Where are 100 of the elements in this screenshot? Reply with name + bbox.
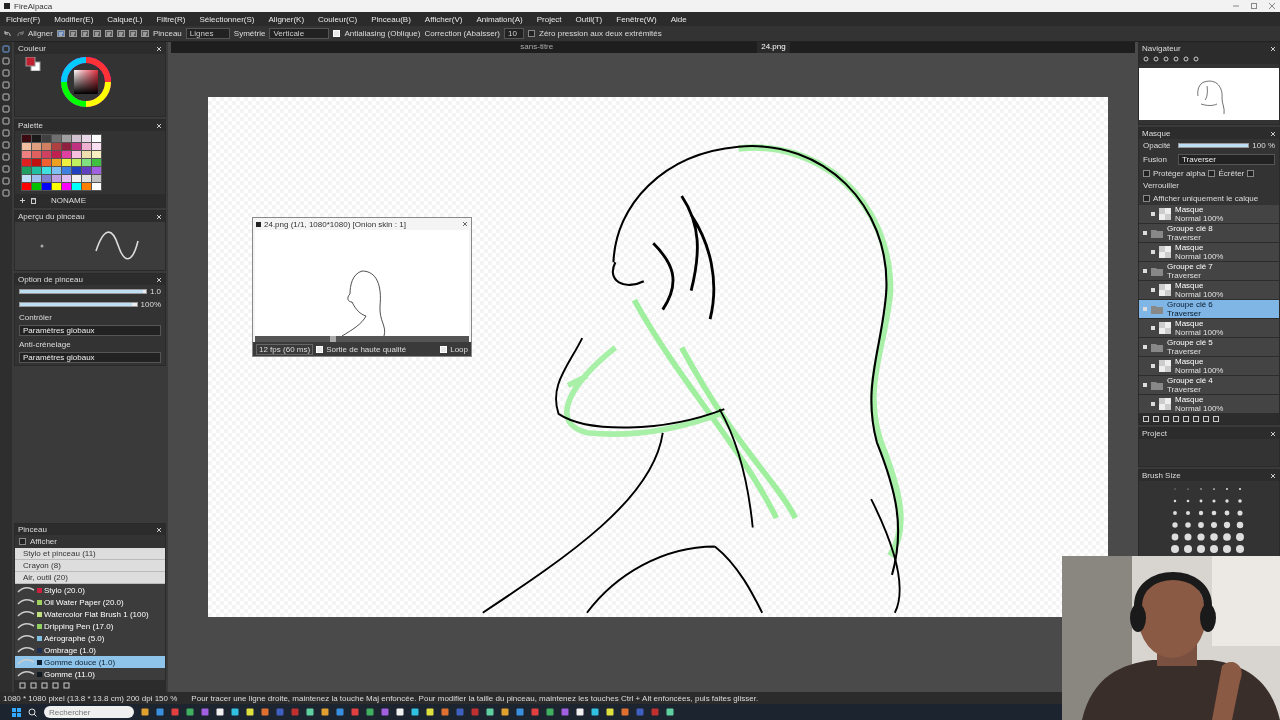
slider[interactable]	[19, 289, 147, 294]
brush-stroke-icon[interactable]	[17, 647, 35, 653]
color-swatch[interactable]	[22, 175, 31, 182]
color-swatch[interactable]	[32, 175, 41, 182]
menu-item[interactable]: Sélectionner(S)	[199, 14, 255, 24]
align-icon[interactable]	[116, 30, 125, 37]
symmetry-dropdown[interactable]: Verticale	[269, 28, 330, 39]
color-swatches-icon[interactable]	[25, 57, 41, 71]
align-icon[interactable]	[140, 30, 149, 37]
color-swatch[interactable]	[72, 143, 81, 150]
align-icon[interactable]	[56, 30, 65, 37]
menu-item[interactable]: Modifier(E)	[54, 14, 94, 24]
menu-item[interactable]: Afficher(V)	[424, 14, 463, 24]
menu-item[interactable]: Outil(T)	[575, 14, 603, 24]
color-swatch[interactable]	[32, 159, 41, 166]
brush-item[interactable]: Dripping Pen (17.0)	[15, 620, 165, 632]
fps-dropdown[interactable]: 12 fps (60 ms)	[256, 343, 314, 355]
color-swatch[interactable]	[62, 135, 71, 142]
layer-row[interactable]: Masque Normal 100%	[1139, 243, 1279, 262]
layer-thumbnail-icon[interactable]	[1159, 398, 1171, 410]
layer-row[interactable]: Masque Normal 100%	[1139, 281, 1279, 300]
color-swatch[interactable]	[32, 167, 41, 174]
color-swatch[interactable]	[22, 167, 31, 174]
layer-row[interactable]: Masque Normal 100%	[1139, 319, 1279, 338]
brush-item[interactable]: Oil Water Paper (20.0)	[15, 596, 165, 608]
search-icon[interactable]	[28, 707, 37, 717]
brush-stroke-icon[interactable]	[17, 671, 35, 677]
timeline-slider[interactable]	[255, 336, 469, 342]
brush-item[interactable]: Gomme douce (1.0)	[15, 656, 165, 668]
color-swatch[interactable]	[52, 167, 61, 174]
color-swatch[interactable]	[82, 135, 91, 142]
reference-checkbox[interactable]	[1143, 195, 1150, 202]
dot-icon[interactable]	[40, 244, 44, 248]
align-icon[interactable]	[92, 30, 101, 37]
color-swatch[interactable]	[82, 143, 91, 150]
color-swatch[interactable]	[42, 151, 51, 158]
color-swatch[interactable]	[32, 151, 41, 158]
app-icon[interactable]	[256, 221, 261, 227]
layer-thumbnail-icon[interactable]	[1159, 208, 1171, 220]
color-swatch[interactable]	[72, 167, 81, 174]
layer-row[interactable]: Masque Normal 100%	[1139, 395, 1279, 414]
color-swatch[interactable]	[72, 135, 81, 142]
color-swatch[interactable]	[42, 183, 51, 190]
filter-checkbox[interactable]	[19, 538, 26, 545]
brush-item[interactable]: Watercolor Flat Brush 1 (100)	[15, 608, 165, 620]
brush-dropdown[interactable]: Lignes	[185, 28, 230, 39]
color-swatch[interactable]	[92, 167, 101, 174]
color-swatch[interactable]	[62, 167, 71, 174]
clipping-checkbox[interactable]	[1208, 170, 1216, 177]
layer-thumbnail-icon[interactable]	[1159, 246, 1171, 258]
brush-category[interactable]: Crayon (8)	[15, 560, 165, 572]
slider[interactable]	[19, 302, 138, 307]
align-icon[interactable]	[80, 30, 89, 37]
layer-thumbnail-icon[interactable]	[1159, 360, 1171, 372]
color-swatch[interactable]	[82, 159, 91, 166]
brush-item[interactable]: Aérographe (5.0)	[15, 632, 165, 644]
color-swatch[interactable]	[92, 135, 101, 142]
layer-thumbnail-icon[interactable]	[1159, 284, 1171, 296]
brush-category[interactable]: Air, outil (20)	[15, 572, 165, 584]
option-dropdown[interactable]: Paramètres globaux	[19, 325, 161, 336]
color-swatch[interactable]	[42, 175, 51, 182]
color-swatch[interactable]	[22, 151, 31, 158]
redo-icon[interactable]	[16, 30, 24, 37]
layer-row[interactable]: Masque Normal 100%	[1139, 205, 1279, 224]
color-swatch[interactable]	[92, 183, 101, 190]
add-icon[interactable]	[19, 197, 26, 204]
quality-checkbox[interactable]	[316, 345, 324, 353]
color-swatch[interactable]	[52, 175, 61, 182]
color-swatch[interactable]	[82, 167, 91, 174]
menu-item[interactable]: Fenêtre(W)	[616, 14, 657, 24]
brush-stroke-icon[interactable]	[17, 587, 35, 593]
brush-stroke-icon[interactable]	[17, 599, 35, 605]
color-swatch[interactable]	[92, 143, 101, 150]
pressure-checkbox[interactable]	[528, 30, 535, 37]
undo-icon[interactable]	[4, 30, 12, 37]
search-field[interactable]: Rechercher	[44, 706, 134, 718]
color-swatch[interactable]	[42, 143, 51, 150]
menu-item[interactable]: Pinceau(B)	[371, 14, 411, 24]
brush-stroke-icon[interactable]	[17, 635, 35, 641]
color-swatch[interactable]	[82, 175, 91, 182]
brush-stroke-icon[interactable]	[17, 623, 35, 629]
option-dropdown[interactable]: Paramètres globaux	[19, 352, 161, 363]
lock-checkbox[interactable]	[1247, 170, 1255, 177]
close-icon[interactable]	[462, 221, 468, 227]
menu-item[interactable]: Calque(L)	[107, 14, 143, 24]
color-swatch[interactable]	[62, 175, 71, 182]
maximize-icon[interactable]	[1250, 3, 1258, 9]
align-icon[interactable]	[128, 30, 137, 37]
menu-item[interactable]: Filtre(R)	[156, 14, 186, 24]
brush-item[interactable]: Ombrage (1.0)	[15, 644, 165, 656]
color-swatch[interactable]	[22, 159, 31, 166]
color-swatch[interactable]	[42, 167, 51, 174]
color-swatch[interactable]	[92, 175, 101, 182]
document-tab[interactable]: sans-titre	[516, 42, 558, 53]
antialias-checkbox[interactable]	[333, 30, 341, 37]
color-swatch[interactable]	[22, 135, 31, 142]
color-swatch[interactable]	[22, 183, 31, 190]
lock-alpha-checkbox[interactable]	[1143, 170, 1150, 177]
color-swatch[interactable]	[22, 143, 31, 150]
color-swatch[interactable]	[52, 183, 61, 190]
